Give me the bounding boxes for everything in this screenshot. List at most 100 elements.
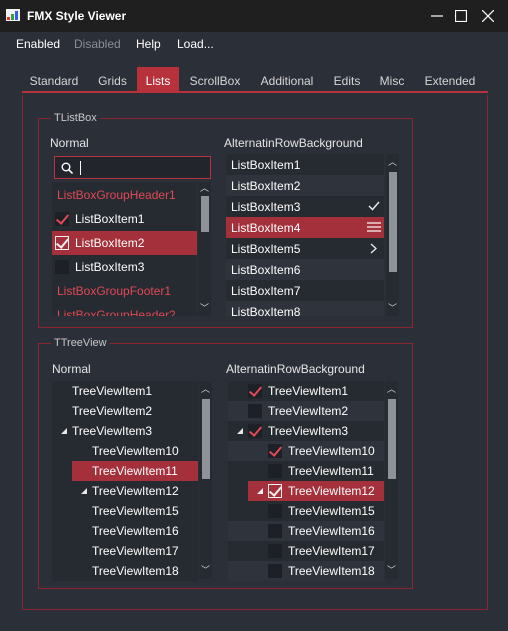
search-input[interactable] bbox=[54, 156, 211, 179]
scroll-down-icon[interactable]: ﹀ bbox=[386, 302, 399, 314]
treeview-normal[interactable]: TreeViewItem1 TreeViewItem2 TreeViewItem… bbox=[52, 381, 198, 581]
menu-load[interactable]: Load... bbox=[177, 37, 214, 51]
checkbox[interactable] bbox=[268, 564, 282, 578]
tree-item[interactable]: TreeViewItem15 bbox=[228, 501, 384, 521]
maximize-button[interactable] bbox=[451, 6, 471, 26]
expanded-triangle-icon[interactable] bbox=[80, 487, 88, 495]
scroll-up-icon[interactable]: ︿ bbox=[386, 156, 399, 168]
checkbox[interactable] bbox=[55, 212, 69, 226]
window-title: FMX Style Viewer bbox=[27, 9, 127, 23]
tree-item[interactable]: TreeViewItem1 bbox=[52, 381, 198, 401]
tab-scrollbox[interactable]: ScrollBox bbox=[183, 67, 247, 93]
scroll-thumb[interactable] bbox=[388, 399, 396, 479]
listbox-normal[interactable]: ListBoxGroupHeader1 ListBoxItem1 ListBox… bbox=[52, 182, 197, 316]
tree-item[interactable]: TreeViewItem10 bbox=[228, 441, 384, 461]
scroll-down-icon[interactable]: ﹀ bbox=[199, 564, 212, 576]
tree-item-selected[interactable]: TreeViewItem12 bbox=[248, 481, 384, 501]
list-item-selected[interactable]: ListBoxItem4 bbox=[226, 217, 384, 238]
list-item[interactable]: ListBoxItem1 bbox=[226, 154, 384, 175]
listbox-alt-label: AlternatinRowBackground bbox=[224, 136, 363, 150]
checkbox[interactable] bbox=[268, 484, 282, 498]
tree-item[interactable]: TreeViewItem2 bbox=[228, 401, 384, 421]
tree-item[interactable]: TreeViewItem16 bbox=[228, 521, 384, 541]
tree-item[interactable]: TreeViewItem1 bbox=[228, 381, 384, 401]
scroll-thumb[interactable] bbox=[389, 172, 397, 272]
maximize-icon bbox=[455, 10, 467, 22]
tree-item-label: TreeViewItem3 bbox=[268, 424, 349, 438]
treeview-alternating-scrollbar[interactable]: ︿ ﹀ bbox=[385, 381, 398, 579]
list-item-label: ListBoxItem2 bbox=[75, 236, 145, 250]
tree-item[interactable]: TreeViewItem16 bbox=[52, 521, 198, 541]
checkbox[interactable] bbox=[268, 464, 282, 478]
expanded-triangle-icon[interactable] bbox=[256, 487, 264, 495]
tree-item[interactable]: TreeViewItem11 bbox=[228, 461, 384, 481]
tree-item-label: TreeViewItem2 bbox=[268, 404, 349, 418]
tab-lists[interactable]: Lists bbox=[137, 67, 179, 93]
menu-disabled[interactable]: Disabled bbox=[74, 37, 121, 51]
drag-handle-icon[interactable] bbox=[367, 222, 381, 232]
list-item[interactable]: ListBoxItem2 bbox=[226, 175, 384, 196]
list-item[interactable]: ListBoxItem7 bbox=[226, 280, 384, 301]
minimize-icon bbox=[431, 15, 443, 17]
list-item[interactable]: ListBoxItem6 bbox=[226, 259, 384, 280]
tree-item[interactable]: TreeViewItem18 bbox=[52, 561, 198, 581]
tab-grids[interactable]: Grids bbox=[90, 67, 135, 93]
tree-item[interactable]: TreeViewItem17 bbox=[52, 541, 198, 561]
expanded-triangle-icon[interactable] bbox=[60, 427, 68, 435]
list-item-label: ListBoxItem4 bbox=[231, 221, 301, 235]
tree-item[interactable]: TreeViewItem12 bbox=[52, 481, 198, 501]
tab-additional[interactable]: Additional bbox=[252, 67, 322, 93]
tlistbox-caption: TListBox bbox=[51, 112, 100, 124]
checkbox[interactable] bbox=[268, 504, 282, 518]
minimize-button[interactable] bbox=[427, 6, 447, 26]
checkbox[interactable] bbox=[55, 260, 69, 274]
tree-item[interactable]: TreeViewItem3 bbox=[228, 421, 384, 441]
menu-enabled[interactable]: Enabled bbox=[16, 37, 60, 51]
checkbox[interactable] bbox=[268, 444, 282, 458]
scroll-up-icon[interactable]: ︿ bbox=[199, 383, 212, 395]
tree-item-label: TreeViewItem3 bbox=[72, 424, 153, 438]
expanded-triangle-icon[interactable] bbox=[236, 427, 244, 435]
tree-item-selected[interactable]: TreeViewItem11 bbox=[72, 461, 198, 481]
tab-standard[interactable]: Standard bbox=[22, 67, 86, 93]
checkbox[interactable] bbox=[248, 384, 262, 398]
tree-item[interactable]: TreeViewItem10 bbox=[52, 441, 198, 461]
checkbox[interactable] bbox=[248, 404, 262, 418]
list-item[interactable]: ListBoxItem3 bbox=[52, 255, 197, 279]
close-button[interactable] bbox=[478, 6, 498, 26]
tree-item[interactable]: TreeViewItem2 bbox=[52, 401, 198, 421]
scroll-down-icon[interactable]: ﹀ bbox=[385, 564, 398, 576]
list-item-selected[interactable]: ListBoxItem2 bbox=[52, 231, 197, 255]
listbox-alternating-scrollbar[interactable]: ︿ ﹀ bbox=[386, 154, 399, 316]
tab-bar: Standard Grids Lists ScrollBox Additiona… bbox=[22, 67, 488, 93]
checkbox[interactable] bbox=[268, 524, 282, 538]
tree-item[interactable]: TreeViewItem17 bbox=[228, 541, 384, 561]
scroll-up-icon[interactable]: ︿ bbox=[198, 182, 211, 194]
menu-help[interactable]: Help bbox=[136, 37, 161, 51]
tree-item[interactable]: TreeViewItem15 bbox=[52, 501, 198, 521]
list-item[interactable]: ListBoxItem8 bbox=[226, 301, 384, 316]
scroll-down-icon[interactable]: ﹀ bbox=[198, 302, 211, 314]
checkbox[interactable] bbox=[55, 236, 69, 250]
list-item[interactable]: ListBoxItem3 bbox=[226, 196, 384, 217]
scroll-thumb[interactable] bbox=[202, 399, 210, 479]
tab-edits[interactable]: Edits bbox=[328, 67, 366, 93]
treeview-normal-scrollbar[interactable]: ︿ ﹀ bbox=[199, 381, 212, 579]
tab-misc[interactable]: Misc bbox=[375, 67, 409, 93]
search-icon bbox=[61, 162, 73, 174]
list-group-footer: ListBoxGroupFooter1 bbox=[57, 284, 172, 298]
list-item[interactable]: ListBoxItem5 bbox=[226, 238, 384, 259]
listbox-alternating[interactable]: ListBoxItem1 ListBoxItem2 ListBoxItem3 L… bbox=[226, 154, 384, 316]
list-item[interactable]: ListBoxItem1 bbox=[52, 207, 197, 231]
tab-extended[interactable]: Extended bbox=[418, 67, 482, 93]
checkbox[interactable] bbox=[268, 544, 282, 558]
treeview-alternating[interactable]: TreeViewItem1 TreeViewItem2 TreeViewItem… bbox=[228, 381, 384, 581]
checkbox[interactable] bbox=[248, 424, 262, 438]
list-item-label: ListBoxItem3 bbox=[231, 200, 301, 214]
tree-item[interactable]: TreeViewItem3 bbox=[52, 421, 198, 441]
scroll-thumb[interactable] bbox=[201, 196, 209, 232]
listbox-normal-scrollbar[interactable]: ︿ ﹀ bbox=[198, 182, 211, 316]
title-bar: FMX Style Viewer bbox=[0, 0, 508, 32]
scroll-up-icon[interactable]: ︿ bbox=[385, 383, 398, 395]
tree-item[interactable]: TreeViewItem18 bbox=[228, 561, 384, 581]
